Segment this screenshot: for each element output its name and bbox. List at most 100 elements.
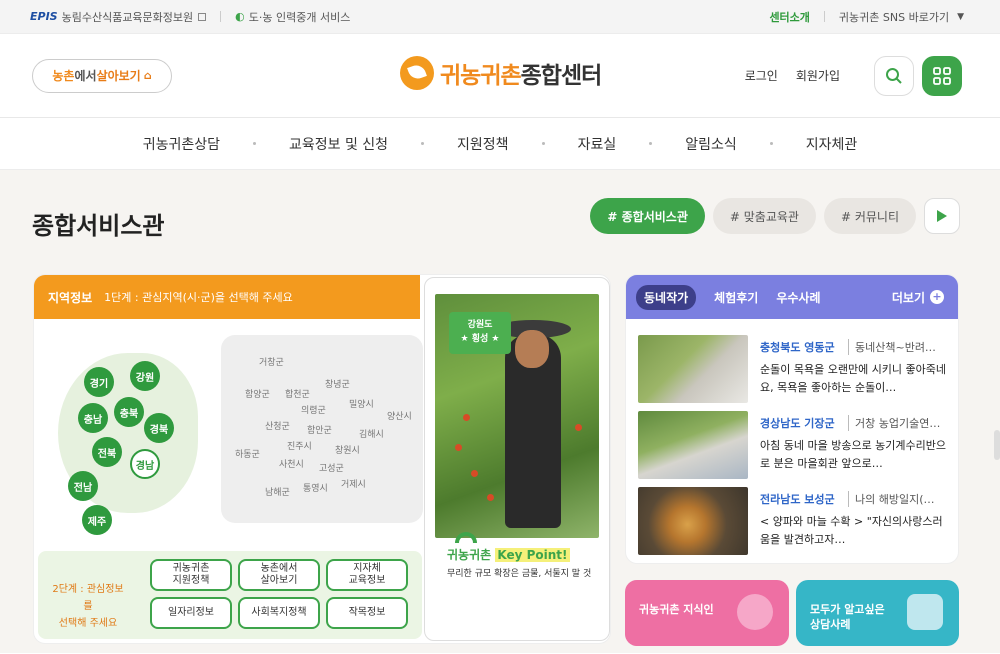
town-label[interactable]: 하동군 [235, 447, 260, 460]
logo-text-part1: 귀농귀촌 [440, 63, 522, 89]
tab-community[interactable]: # 커뮤니티 [823, 198, 916, 234]
badge-region: 강원도 [467, 320, 493, 330]
region-gyeonggi[interactable]: 경기 [84, 367, 114, 397]
town-label[interactable]: 밀양시 [349, 397, 374, 410]
news-text: 순돌이 목욕을 오랜만에 시키니 좋아죽네요, 목욕을 좋아하는 순돌이… [760, 363, 947, 394]
news-item[interactable]: 경상남도 기장군 거창 농업기술연… 아침 동네 마을 방송으로 농기계수리반으… [638, 411, 950, 479]
news-region: 경상남도 기장군 [760, 417, 835, 430]
epis-logo[interactable]: EPIS [30, 10, 58, 23]
town-label[interactable]: 의령군 [301, 403, 326, 416]
town-label[interactable]: 거창군 [259, 355, 284, 368]
news-thumbnail [638, 411, 748, 479]
town-label[interactable]: 사천시 [279, 457, 304, 470]
tab-experience-review[interactable]: 체험후기 [714, 289, 758, 306]
login-link[interactable]: 로그인 [745, 67, 778, 84]
town-label[interactable]: 산청군 [265, 419, 290, 432]
location-badge: 강원도 ★ 횡성 ★ [449, 312, 511, 354]
nav-local-gov[interactable]: 지자체관 [773, 134, 891, 154]
counsel-cases-card[interactable]: 모두가 알고싶은 상담사례 [796, 580, 959, 646]
news-item[interactable]: 충청북도 영동군 동네산책~반려… 순돌이 목욕을 오랜만에 시키니 좋아죽네요… [638, 335, 950, 403]
step2-instruction: 2단계 : 관심정보를 선택해 주세요 [48, 581, 128, 632]
signup-link[interactable]: 회원가입 [796, 67, 840, 84]
region-gangwon[interactable]: 강원 [130, 361, 160, 391]
news-text: 아침 동네 마을 방송으로 농기계수리반으로 분은 마을회관 앞으로… [760, 439, 947, 470]
divider [220, 11, 222, 22]
step1-instruction: 1단계 : 관심지역(시·군)을 선택해 주세요 [104, 291, 293, 304]
town-label[interactable]: 진주시 [287, 439, 312, 452]
sns-dropdown[interactable]: 귀농귀촌 SNS 바로가기 [839, 9, 949, 25]
town-label[interactable]: 통영시 [303, 481, 328, 494]
region-jeonbuk[interactable]: 전북 [92, 437, 122, 467]
option-crops[interactable]: 작목정보 [326, 597, 408, 629]
knowledge-qna-card[interactable]: 귀농귀촌 지식인 [625, 580, 789, 646]
option-label: 지자체 교육정보 [348, 563, 386, 586]
farm-icon: ◐ [235, 10, 245, 23]
header: 농촌 에서 살아보기 ⌂ 귀농귀촌종합센터 로그인 회원가입 [0, 34, 1000, 118]
region-jeju[interactable]: 제주 [82, 505, 112, 535]
option-jobs[interactable]: 일자리정보 [150, 597, 232, 629]
scrollbar[interactable] [994, 430, 1000, 460]
search-button[interactable] [874, 55, 914, 96]
chevron-down-icon: ▼ [957, 11, 964, 22]
option-support-policy[interactable]: 귀농귀촌 지원정책 [150, 559, 232, 591]
town-label[interactable]: 고성군 [319, 461, 344, 474]
town-label[interactable]: 합천군 [285, 387, 310, 400]
alert-chat-icon [907, 594, 943, 630]
tab-local-writer[interactable]: 동네작가 [636, 284, 697, 310]
lightbulb-person-icon [737, 594, 773, 630]
all-menu-button[interactable] [922, 55, 962, 96]
news-text: < 양파와 마늘 수확 > "자신의사랑스러움을 발견하고자… [760, 515, 943, 546]
badge-city: ★ 횡성 ★ [460, 334, 500, 344]
town-label[interactable]: 양산시 [387, 409, 412, 422]
service-link[interactable]: 도·농 인력중개 서비스 [249, 9, 351, 25]
tab-best-practice[interactable]: 우수사례 [776, 289, 820, 306]
news-region: 전라남도 보성군 [760, 493, 835, 506]
main-navigation: 귀농귀촌상담 교육정보 및 신청 지원정책 자료실 알림소식 지자체관 [0, 118, 1000, 170]
option-label: 농촌에서 살아보기 [260, 563, 298, 586]
option-welfare[interactable]: 사회복지정책 [238, 597, 320, 629]
more-label: 더보기 [891, 290, 925, 305]
region-gyeongbuk[interactable]: 경북 [144, 413, 174, 443]
region-jeonnam[interactable]: 전남 [68, 471, 98, 501]
option-rural-living[interactable]: 농촌에서 살아보기 [238, 559, 320, 591]
key-point-promo[interactable]: 강원도 ★ 횡성 ★ 귀농귀촌 Key Point! 무리한 규모 확장은 금물… [424, 277, 610, 641]
farmer-photo: 강원도 ★ 횡성 ★ [435, 294, 599, 538]
region-chungnam[interactable]: 충남 [78, 403, 108, 433]
option-local-education[interactable]: 지자체 교육정보 [326, 559, 408, 591]
more-button[interactable]: 더보기 + [892, 289, 944, 306]
logo-text-part2: 종합센터 [520, 63, 603, 89]
nav-resources[interactable]: 자료실 [545, 134, 650, 154]
rural-living-button[interactable]: 농촌 에서 살아보기 ⌂ [32, 58, 172, 93]
region-chungbuk[interactable]: 충북 [114, 397, 144, 427]
town-label[interactable]: 거제시 [341, 477, 366, 490]
kp-highlight: Key Point! [495, 548, 570, 562]
tab-service-hall[interactable]: # 종합서비스관 [590, 198, 705, 234]
town-label[interactable]: 창원시 [335, 443, 360, 456]
region-gyeongnam[interactable]: 경남 [130, 449, 160, 479]
gyeongnam-detail-map: 거창군 함양군 합천군 창녕군 의령군 밀양시 산청군 함안군 김해시 양산시 … [221, 335, 423, 523]
site-logo[interactable]: 귀농귀촌종합센터 [400, 56, 603, 90]
farmer-face [515, 330, 549, 368]
tab-custom-education[interactable]: # 맞춤교육관 [712, 198, 816, 234]
town-label[interactable]: 함안군 [307, 423, 332, 436]
town-label[interactable]: 남해군 [265, 485, 290, 498]
town-label[interactable]: 창녕군 [325, 377, 350, 390]
town-label[interactable]: 김해시 [359, 427, 384, 440]
org-link[interactable]: 농림수산식품교육문화정보원 [62, 9, 194, 25]
step2-panel: 2단계 : 관심정보를 선택해 주세요 귀농귀촌 지원정책 농촌에서 살아보기 … [38, 551, 422, 639]
search-icon [886, 67, 902, 84]
nav-support-policy[interactable]: 지원정책 [424, 134, 542, 154]
nav-counseling[interactable]: 귀농귀촌상담 [110, 134, 253, 154]
center-intro-link[interactable]: 센터소개 [769, 9, 809, 25]
nav-news[interactable]: 알림소식 [652, 134, 770, 154]
town-label[interactable]: 함양군 [245, 387, 270, 400]
nav-education[interactable]: 교육정보 및 신청 [256, 134, 421, 154]
option-label: 작목정보 [348, 607, 386, 618]
key-point-subtitle: 무리한 규모 확장은 금물, 서둘지 말 것 [447, 569, 592, 579]
grid-menu-icon [933, 66, 951, 85]
utility-bar: EPIS 농림수산식품교육문화정보원 ◐ 도·농 인력중개 서비스 센터소개 귀… [0, 0, 1000, 34]
house-icon: ⌂ [143, 69, 152, 82]
news-item[interactable]: 전라남도 보성군 나의 해방일지(… < 양파와 마늘 수확 > "자신의사랑스… [638, 487, 950, 555]
korea-map: 경기 강원 충남 충북 경북 전북 경남 전남 제주 거창군 함양군 합천군 창… [48, 333, 424, 545]
play-button[interactable] [924, 198, 960, 234]
